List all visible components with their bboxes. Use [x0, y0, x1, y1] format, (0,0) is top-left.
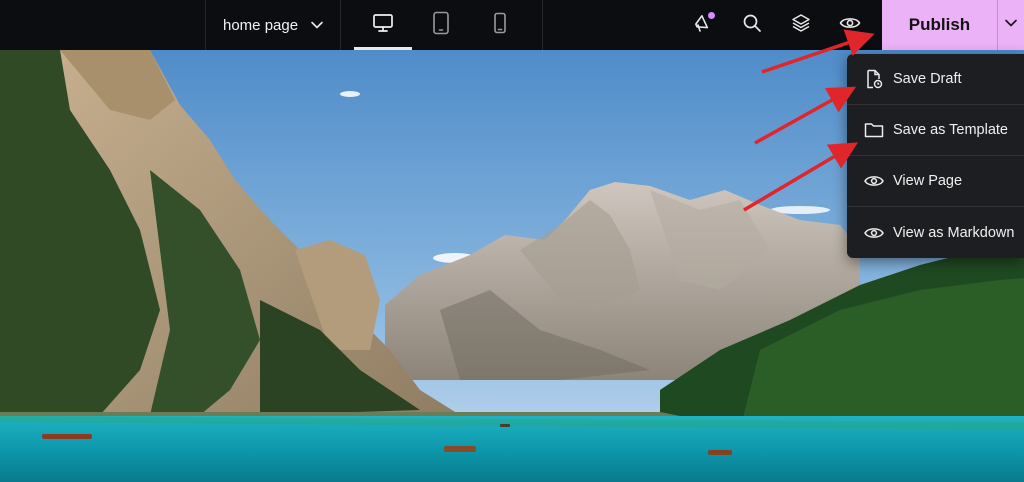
menu-item-save-as-template[interactable]: Save as Template — [847, 105, 1024, 156]
publish-options-button[interactable] — [998, 0, 1024, 50]
top-toolbar: home page Publish — [0, 0, 1024, 50]
eye-icon — [839, 15, 861, 36]
menu-item-label: View as Markdown — [893, 224, 1015, 241]
device-tablet-button[interactable] — [412, 0, 470, 50]
chevron-down-icon — [310, 18, 324, 32]
eye-icon — [864, 223, 884, 243]
folder-icon — [864, 120, 884, 140]
menu-item-view-as-markdown[interactable]: View as Markdown — [847, 207, 1024, 258]
eye-icon — [864, 171, 884, 191]
device-mobile-button[interactable] — [471, 0, 529, 50]
phone-icon — [493, 12, 507, 39]
menu-item-view-page[interactable]: View Page — [847, 156, 1024, 207]
tablet-icon — [432, 11, 450, 40]
menu-item-label: View Page — [893, 173, 963, 189]
menu-item-label: Save Draft — [893, 71, 962, 87]
search-button[interactable] — [732, 0, 772, 50]
preview-button[interactable] — [830, 0, 870, 50]
monitor-icon — [372, 13, 394, 38]
search-icon — [742, 13, 762, 38]
device-desktop-button[interactable] — [354, 0, 412, 50]
page-selector-label: home page — [223, 16, 299, 34]
publish-button[interactable]: Publish — [882, 0, 997, 50]
file-clock-icon — [864, 69, 884, 89]
layers-button[interactable] — [781, 0, 821, 50]
layers-icon — [791, 13, 811, 38]
toolbar-divider — [340, 0, 341, 50]
page-selector-dropdown[interactable]: home page — [206, 0, 340, 50]
publish-options-menu: Save Draft Save as Template View Page Vi… — [847, 54, 1024, 258]
menu-item-save-draft[interactable]: Save Draft — [847, 54, 1024, 105]
toolbar-divider — [542, 0, 543, 50]
notification-dot — [708, 12, 715, 19]
menu-item-label: Save as Template — [893, 122, 1008, 138]
chevron-down-icon — [1004, 16, 1018, 35]
announcements-button[interactable] — [683, 0, 723, 50]
